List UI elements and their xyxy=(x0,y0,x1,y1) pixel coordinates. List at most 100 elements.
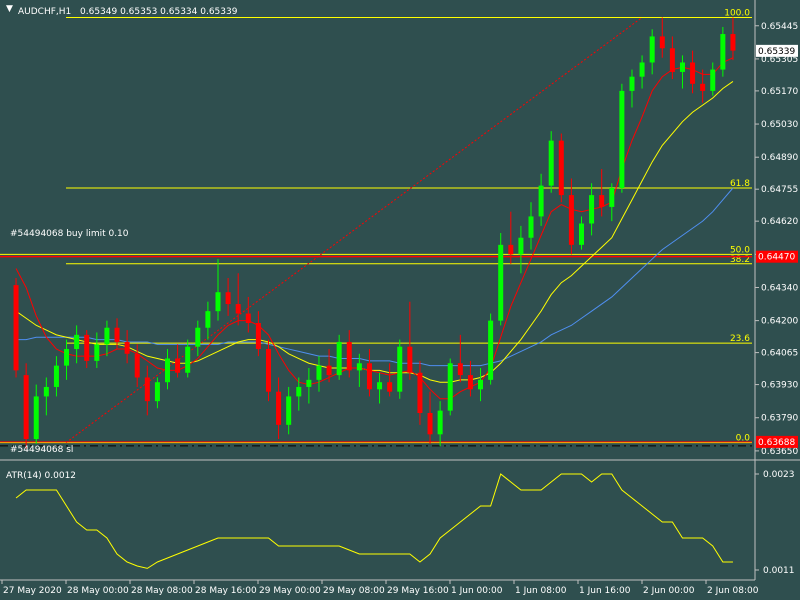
price-tick-label: 0.64340 xyxy=(761,283,798,293)
buy-limit-label[interactable]: #54494068 buy limit 0.10 xyxy=(10,229,129,239)
time-tick-label: 1 Jun 08:00 xyxy=(515,586,567,596)
price-chart[interactable]: 100.061.850.038.223.60.0 0.654450.653050… xyxy=(0,0,800,600)
candle-body xyxy=(154,382,160,402)
triangle-icon[interactable]: ▼ xyxy=(6,4,13,14)
time-tick-label: 29 May 08:00 xyxy=(323,586,385,596)
price-tick-label: 0.63790 xyxy=(761,414,798,424)
candle-body xyxy=(185,346,191,373)
candle-body xyxy=(518,237,524,255)
candle-body xyxy=(720,34,726,70)
candle-body xyxy=(255,323,261,350)
candle-body xyxy=(205,311,211,328)
atr-title: ATR(14) 0.0012 xyxy=(6,471,76,481)
candle-body xyxy=(629,76,635,91)
candle-body xyxy=(417,372,423,413)
ohlc-label: 0.65349 0.65353 0.65334 0.65339 xyxy=(80,7,238,17)
candle-body xyxy=(94,344,100,361)
time-tick-label: 1 Jun 16:00 xyxy=(579,586,631,596)
candle-body xyxy=(528,216,534,238)
time-tick-label: 2 Jun 08:00 xyxy=(707,586,759,596)
time-tick-label: 29 May 00:00 xyxy=(259,586,321,596)
price-tick-label: 0.65030 xyxy=(761,120,798,130)
candle-body xyxy=(316,365,322,380)
candle-body xyxy=(558,140,564,196)
candle-body xyxy=(326,365,332,376)
candle-body xyxy=(407,346,413,373)
candle-body xyxy=(599,195,605,207)
candle-body xyxy=(659,36,665,49)
candle-body xyxy=(578,223,584,245)
candle-body xyxy=(296,386,302,397)
time-tick-label: 27 May 2020 xyxy=(3,586,62,596)
time-tick-label: 2 Jun 00:00 xyxy=(643,586,695,596)
candle-body xyxy=(144,377,150,402)
time-tick-label: 28 May 08:00 xyxy=(131,586,193,596)
candle-body xyxy=(33,396,39,440)
candle-body xyxy=(114,327,120,342)
candle-body xyxy=(679,62,685,72)
symbol-label: AUDCHF,H1 xyxy=(18,7,71,17)
candle-body xyxy=(356,363,362,371)
time-tick-label: 1 Jun 00:00 xyxy=(451,586,503,596)
candle-body xyxy=(215,292,221,312)
price-tick-label: 0.64890 xyxy=(761,153,798,163)
atr-tick-label: 0.0011 xyxy=(763,566,795,576)
price-tick-label: 0.63650 xyxy=(761,447,798,457)
fib-label: 100.0 xyxy=(724,8,750,18)
candle-body xyxy=(276,391,282,425)
time-tick-label: 28 May 00:00 xyxy=(67,586,129,596)
candle-body xyxy=(43,386,49,397)
candle-body xyxy=(538,185,544,217)
candle-body xyxy=(700,83,706,91)
candle-body xyxy=(265,349,271,392)
sl-label[interactable]: #54494068 sl xyxy=(10,445,73,455)
candle-body xyxy=(346,341,352,371)
price-tick-label: 0.64200 xyxy=(761,317,798,327)
candle-body xyxy=(336,341,342,376)
candle-body xyxy=(23,375,29,440)
candle-body xyxy=(377,382,383,390)
candle-body xyxy=(710,69,716,91)
candle-body xyxy=(467,375,473,390)
candle-body xyxy=(195,327,201,347)
candle-body xyxy=(134,353,140,378)
candle-body xyxy=(589,195,595,224)
candle-body xyxy=(245,313,251,323)
current-price-label: 0.65339 xyxy=(758,47,795,57)
candle-body xyxy=(669,48,675,72)
candle-body xyxy=(53,365,59,387)
candle-body xyxy=(568,195,574,245)
price-tick-label: 0.65445 xyxy=(761,22,798,32)
candle-body xyxy=(124,341,130,354)
candle-body xyxy=(13,285,19,371)
candle-body xyxy=(175,358,181,373)
price-tick-label: 0.64755 xyxy=(761,185,798,195)
candle-body xyxy=(387,382,393,392)
time-tick-label: 28 May 16:00 xyxy=(195,586,257,596)
price-tick-label: 0.64065 xyxy=(761,349,798,359)
sl-price-label: 0.63688 xyxy=(758,438,795,448)
candle-body xyxy=(225,292,231,305)
candle-body xyxy=(286,396,292,425)
chart-background xyxy=(0,0,800,600)
candle-body xyxy=(690,62,696,84)
candle-body xyxy=(306,379,312,387)
candle-body xyxy=(649,36,655,63)
candle-body xyxy=(730,34,736,51)
price-tick-label: 0.63930 xyxy=(761,381,798,391)
candle-body xyxy=(508,244,514,255)
candle-body xyxy=(104,327,110,345)
time-tick-label: 29 May 16:00 xyxy=(387,586,449,596)
atr-tick-label: 0.0023 xyxy=(763,470,795,480)
candle-body xyxy=(619,90,625,188)
candle-body xyxy=(457,363,463,376)
candle-body xyxy=(64,349,70,366)
candle-body xyxy=(427,413,433,435)
price-tick-label: 0.65170 xyxy=(761,87,798,97)
candle-body xyxy=(498,244,504,321)
candle-body xyxy=(488,320,494,380)
candle-body xyxy=(74,334,80,350)
fib-label: 61.8 xyxy=(730,179,750,189)
candle-body xyxy=(84,334,90,361)
candle-body xyxy=(165,358,171,383)
